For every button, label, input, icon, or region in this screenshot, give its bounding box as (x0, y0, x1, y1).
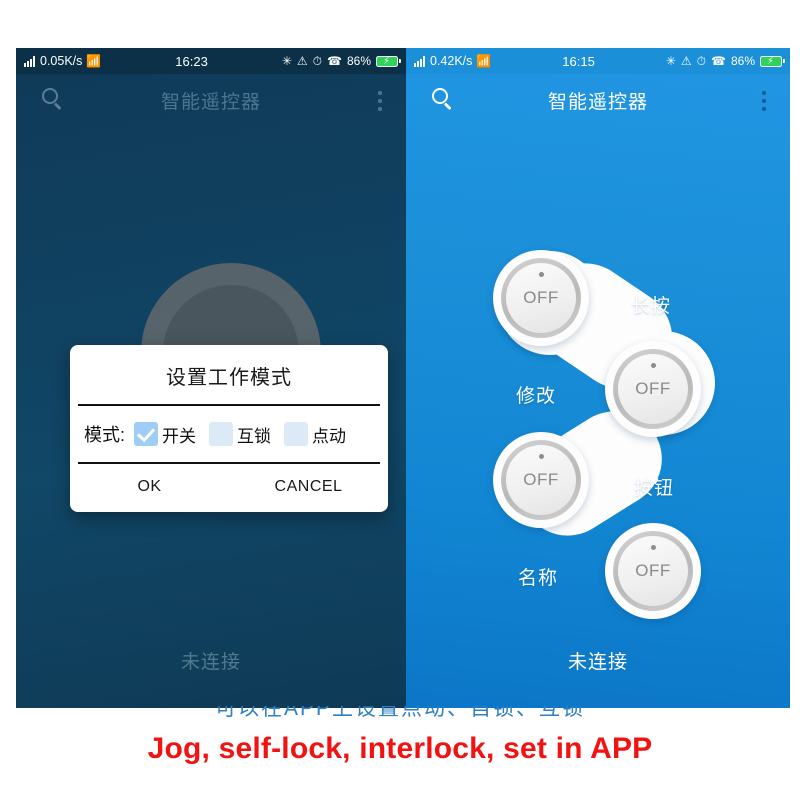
right-status-right: ✳ ⚠ ⏱ ☎ 86% ⚡ (665, 53, 785, 69)
page-title: 智能遥控器 (547, 92, 648, 113)
signal-icon (414, 55, 426, 67)
remote-button-2[interactable]: OFF (605, 341, 701, 437)
right-status-bar: 0.42K/s 📶 16:15 ✳ ⚠ ⏱ ☎ 86% ⚡ (406, 48, 790, 74)
mute-icon: ⚠ (296, 54, 308, 68)
headset-icon: ☎ (711, 54, 726, 68)
annotation-long-press: 长按 (631, 296, 672, 317)
annotation-modify: 修改 (516, 386, 557, 407)
signal-icon (24, 55, 36, 67)
left-app-bar: 智能遥控器 (16, 74, 406, 126)
checkbox-group-interlock[interactable]: 互锁 (209, 422, 277, 447)
battery-percent: 86% (730, 54, 755, 68)
alarm-icon: ⏱ (312, 53, 323, 68)
right-phone-screen: 0.42K/s 📶 16:15 ✳ ⚠ ⏱ ☎ 86% ⚡ 智能遥控器 OFF … (406, 48, 790, 708)
more-vertical-icon[interactable] (378, 91, 382, 111)
dot (378, 107, 382, 111)
left-status-right: ✳ ⚠ ⏱ ☎ 86% ⚡ (281, 53, 401, 69)
mute-icon: ⚠ (680, 54, 692, 68)
remote-button-4[interactable]: OFF (605, 523, 701, 619)
partial-caption-row: 可以在APP上设置点动、自锁、互锁 (0, 706, 800, 728)
dialog-actions: OK CANCEL (70, 464, 388, 512)
bluetooth-icon: ✳ (665, 54, 676, 68)
battery-icon: ⚡ (376, 55, 401, 67)
button-led-indicator (539, 454, 544, 459)
bluetooth-icon: ✳ (281, 54, 292, 68)
annotation-button: 按钮 (634, 478, 675, 499)
button-led-indicator (651, 545, 656, 550)
annotation-name: 名称 (518, 568, 559, 589)
checkbox-label-interlock: 互锁 (237, 426, 272, 446)
button-state-label: OFF (635, 379, 671, 398)
network-speed: 0.05K/s (40, 54, 83, 68)
wifi-icon: 📶 (476, 54, 492, 68)
promo-caption: Jog, self-lock, interlock, set in APP (147, 732, 653, 765)
connection-status: 未连接 (567, 652, 628, 673)
dialog-body: 模式: 开关 互锁 点动 (70, 406, 388, 462)
button-led-indicator (539, 272, 544, 277)
right-status-left: 0.42K/s 📶 (414, 54, 491, 68)
network-speed: 0.42K/s (430, 54, 473, 68)
alarm-icon: ⏱ (696, 53, 707, 68)
battery-icon: ⚡ (760, 55, 785, 67)
dot (762, 107, 766, 111)
remote-button-1[interactable]: OFF (493, 250, 589, 346)
left-status-bar: 0.05K/s 📶 16:23 ✳ ⚠ ⏱ ☎ 86% ⚡ (16, 48, 406, 74)
ok-button[interactable]: OK (70, 478, 229, 496)
button-led-indicator (651, 363, 656, 368)
dot (762, 99, 766, 103)
checkbox-interlock[interactable] (209, 422, 234, 446)
status-time: 16:23 (175, 53, 208, 69)
checkbox-switch[interactable] (134, 422, 159, 446)
partial-caption-text: 可以在APP上设置点动、自锁、互锁 (214, 706, 586, 720)
checkbox-jog[interactable] (284, 422, 309, 446)
more-vertical-icon[interactable] (762, 91, 766, 111)
connection-status: 未连接 (180, 652, 241, 673)
page-title: 智能遥控器 (160, 92, 261, 113)
dialog-title: 设置工作模式 (166, 367, 292, 389)
work-mode-dialog: 设置工作模式 模式: 开关 互锁 点动 OK CANCEL (70, 345, 388, 512)
right-app-bar: 智能遥控器 (406, 74, 790, 126)
checkbox-group-jog[interactable]: 点动 (284, 422, 352, 447)
battery-percent: 86% (346, 54, 371, 68)
remote-button-3[interactable]: OFF (493, 432, 589, 528)
mode-field-label: 模式: (84, 425, 126, 445)
left-phone-screen: 0.05K/s 📶 16:23 ✳ ⚠ ⏱ ☎ 86% ⚡ 智能遥控器 未连接 … (16, 48, 406, 708)
button-state-label: OFF (635, 561, 671, 580)
status-time: 16:15 (562, 53, 595, 69)
screenshot-stage: 0.05K/s 📶 16:23 ✳ ⚠ ⏱ ☎ 86% ⚡ 智能遥控器 未连接 … (0, 0, 800, 800)
remote-button-cluster: OFF OFF OFF OFF 长按 修改 按钮 名称 (406, 126, 790, 646)
dot (378, 99, 382, 103)
wifi-icon: 📶 (86, 54, 102, 68)
checkbox-group-switch[interactable]: 开关 (134, 422, 202, 447)
dot (378, 91, 382, 95)
button-state-label: OFF (523, 288, 559, 307)
dot (762, 91, 766, 95)
cancel-button[interactable]: CANCEL (229, 478, 388, 496)
checkbox-label-jog: 点动 (312, 426, 347, 446)
headset-icon: ☎ (327, 54, 342, 68)
checkbox-label-switch: 开关 (162, 426, 197, 446)
button-state-label: OFF (523, 470, 559, 489)
left-status-left: 0.05K/s 📶 (24, 54, 101, 68)
